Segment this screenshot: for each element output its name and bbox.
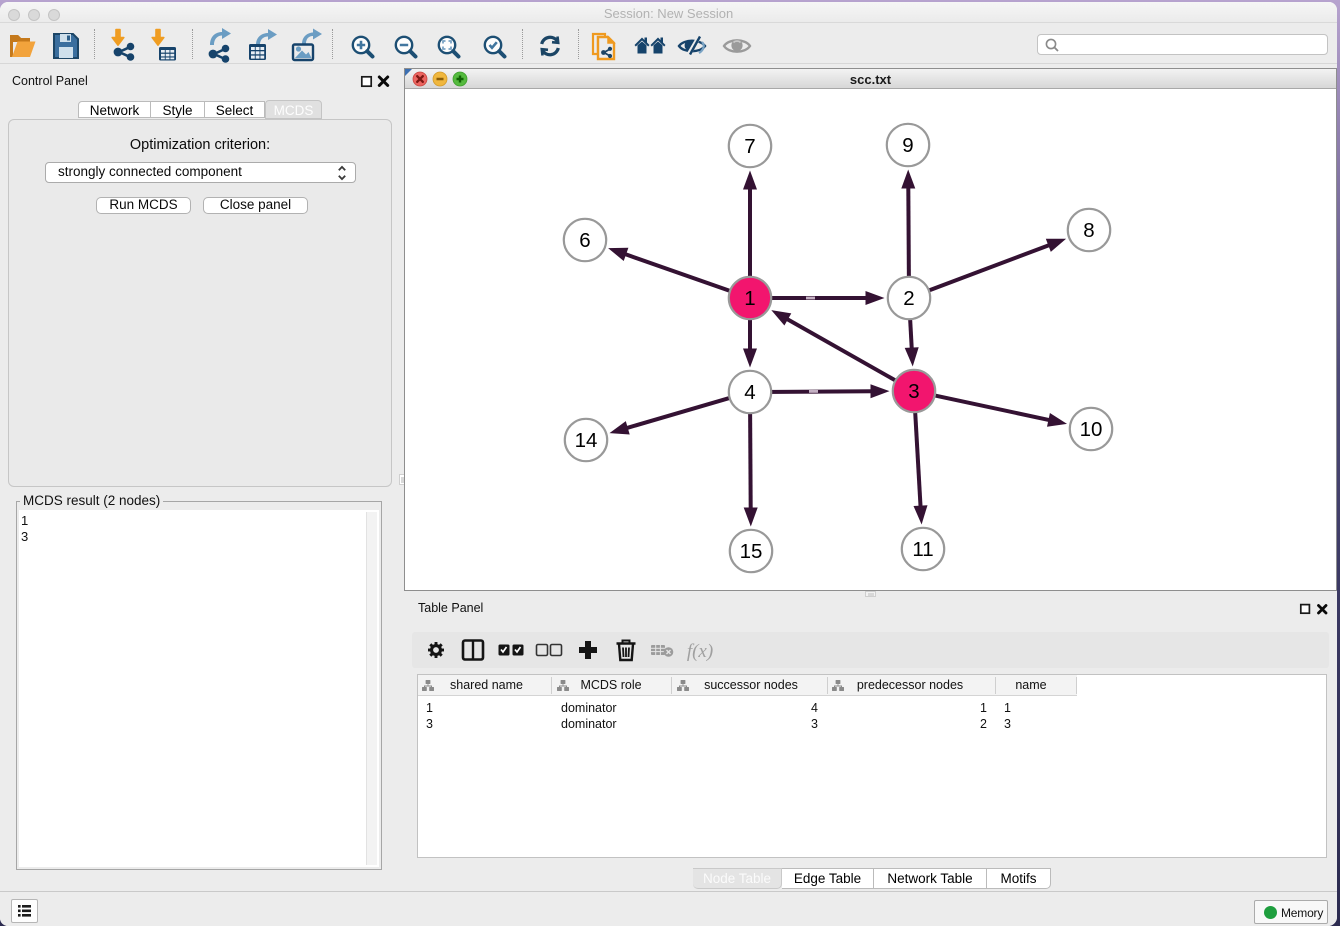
svg-text:4: 4	[744, 381, 755, 404]
svg-text:2: 2	[903, 287, 914, 310]
svg-text:10: 10	[1080, 418, 1103, 441]
svg-text:1: 1	[744, 287, 755, 310]
svg-text:8: 8	[1083, 219, 1094, 242]
svg-text:6: 6	[579, 229, 590, 252]
svg-text:3: 3	[908, 380, 919, 403]
svg-text:11: 11	[912, 538, 933, 561]
svg-text:14: 14	[575, 429, 598, 452]
svg-text:7: 7	[744, 135, 755, 158]
svg-text:15: 15	[740, 540, 763, 563]
svg-text:9: 9	[902, 134, 913, 157]
svg-text:f(x): f(x)	[687, 641, 713, 662]
